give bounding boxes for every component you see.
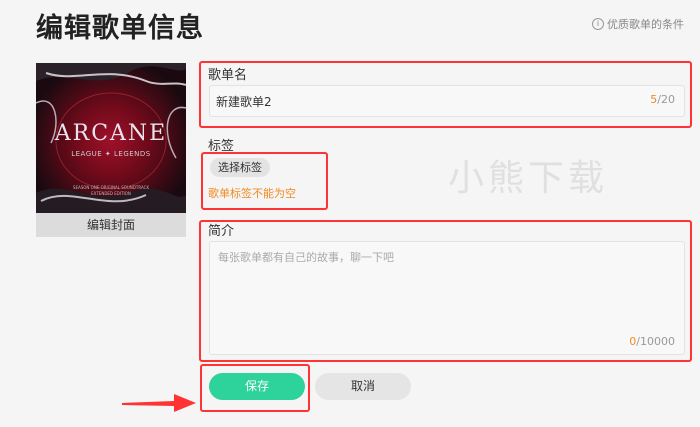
highlight-box-name bbox=[199, 61, 692, 128]
info-icon: i bbox=[592, 18, 604, 30]
cover-caption: SEASON ONE ORIGINAL SOUNDTRACK EXTENDED … bbox=[36, 185, 186, 197]
highlight-box-save bbox=[200, 364, 310, 412]
cover-title: ARCANE bbox=[54, 121, 168, 146]
quality-criteria-link[interactable]: i 优质歌单的条件 bbox=[592, 16, 684, 32]
highlight-box-intro bbox=[199, 220, 692, 362]
watermark: 小熊下载 bbox=[448, 158, 609, 199]
cover-caption-line2: EXTENDED EDITION bbox=[91, 191, 131, 196]
highlight-box-tags bbox=[201, 152, 328, 210]
playlist-cover[interactable]: ARCANE LEAGUE ✦ LEGENDS SEASON ONE ORIGI… bbox=[36, 63, 186, 213]
quality-criteria-text: 优质歌单的条件 bbox=[607, 18, 684, 31]
pointer-arrow-icon bbox=[122, 394, 196, 412]
page-title: 编辑歌单信息 bbox=[36, 13, 204, 44]
cancel-button[interactable]: 取消 bbox=[315, 373, 411, 400]
edit-cover-button[interactable]: 编辑封面 bbox=[36, 213, 186, 237]
cover-subtitle: LEAGUE ✦ LEGENDS bbox=[71, 150, 151, 158]
